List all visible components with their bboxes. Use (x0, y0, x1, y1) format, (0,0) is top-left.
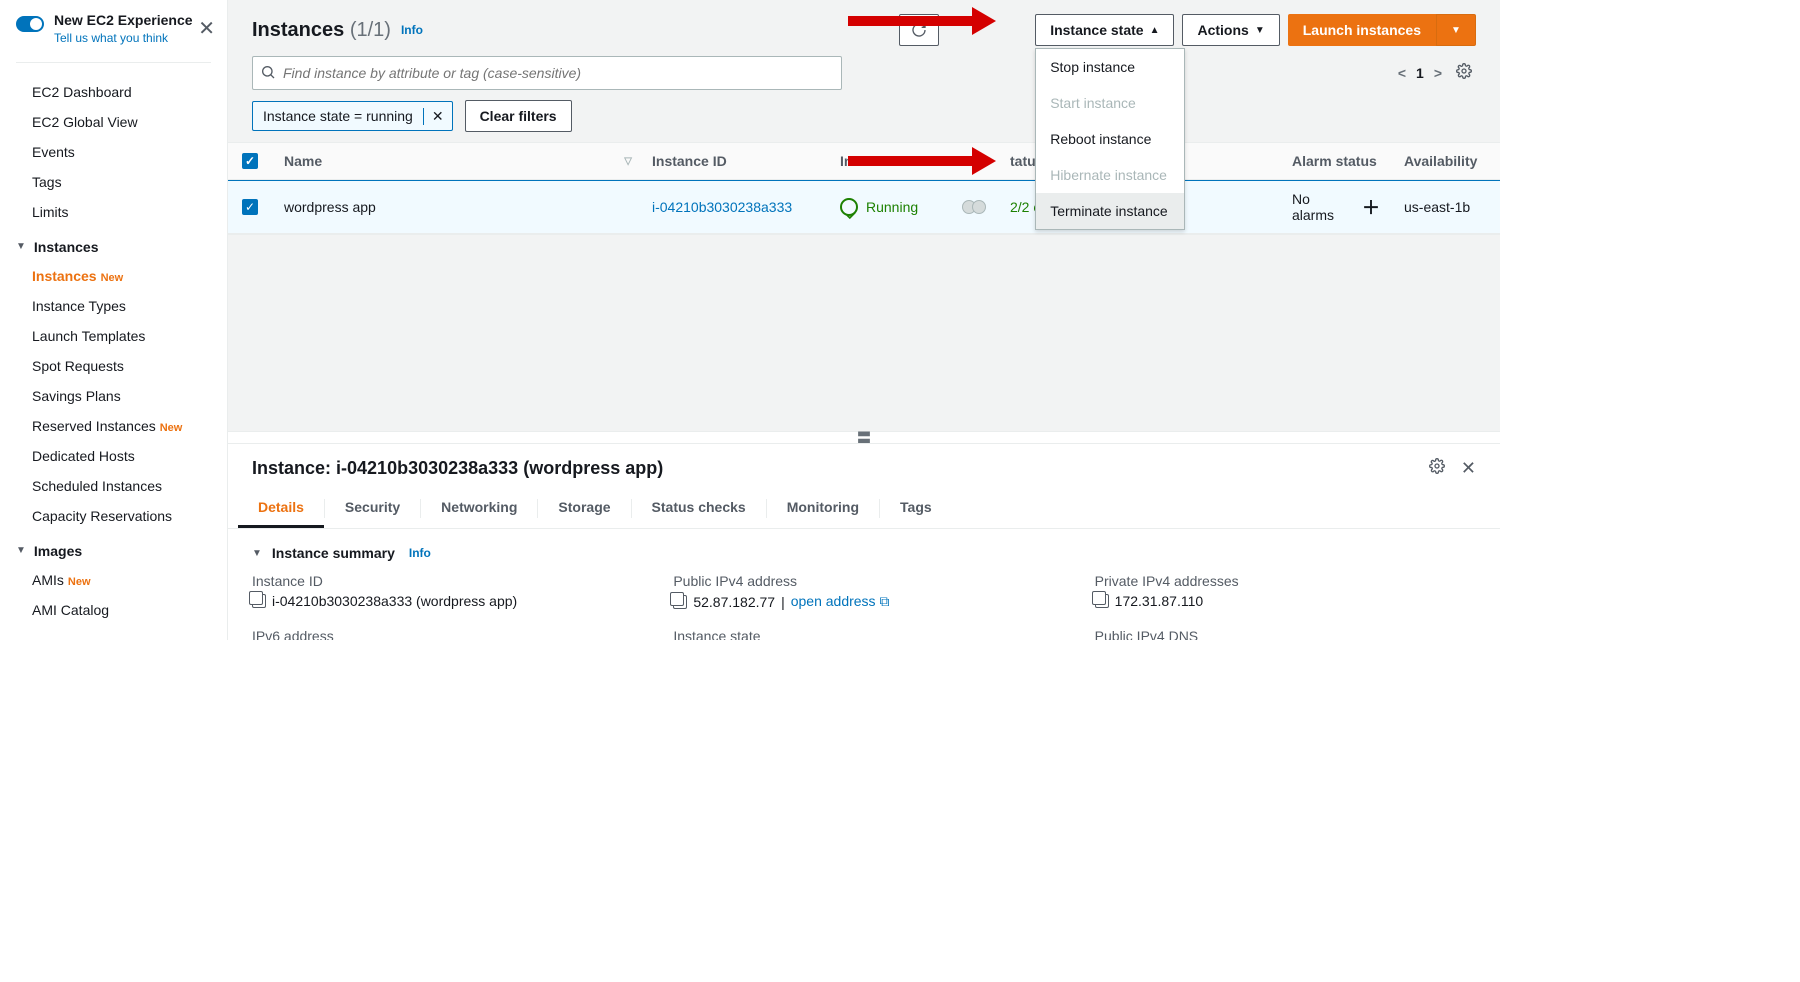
pager-page: 1 (1416, 65, 1424, 81)
select-all-checkbox[interactable]: ✓ (242, 153, 258, 169)
experience-toggle[interactable] (16, 16, 44, 32)
tab-monitoring[interactable]: Monitoring (767, 489, 879, 528)
launch-instances-button[interactable]: Launch instances (1288, 14, 1436, 46)
external-link-icon: ⧉ (879, 593, 889, 609)
open-address-link[interactable]: open address ⧉ (791, 593, 890, 610)
nav-capacity-reservations[interactable]: Capacity Reservations (0, 501, 227, 531)
cell-az: us-east-1b (1392, 189, 1492, 225)
summary-info-link[interactable]: Info (409, 546, 431, 560)
clear-filters-button[interactable]: Clear filters (465, 100, 572, 132)
tab-details[interactable]: Details (238, 489, 324, 528)
nav-instance-types[interactable]: Instance Types (0, 291, 227, 321)
details-tabs: Details Security Networking Storage Stat… (228, 489, 1500, 529)
details-settings-icon[interactable] (1429, 458, 1445, 479)
cell-alarm: No alarms (1292, 191, 1352, 223)
nav-dedicated-hosts[interactable]: Dedicated Hosts (0, 441, 227, 471)
caret-down-icon: ▼ (1451, 25, 1461, 36)
nav-ec2-global-view[interactable]: EC2 Global View (0, 107, 227, 137)
copy-icon[interactable] (1095, 594, 1109, 608)
field-instance-id: Instance ID i-04210b3030238a333 (wordpre… (252, 573, 633, 610)
sidebar: New EC2 Experience Tell us what you thin… (0, 0, 228, 640)
tab-security[interactable]: Security (325, 489, 420, 528)
search-icon (260, 64, 276, 83)
experience-title: New EC2 Experience (54, 12, 193, 29)
pager-next[interactable]: > (1434, 65, 1442, 81)
nav-ami-catalog[interactable]: AMI Catalog (0, 595, 227, 625)
col-availability-zone[interactable]: Availability (1404, 153, 1477, 169)
cell-instance-id-link[interactable]: i-04210b3030238a333 (652, 199, 792, 215)
nav-ec2-dashboard[interactable]: EC2 Dashboard (0, 77, 227, 107)
info-link[interactable]: Info (401, 23, 423, 37)
dropdown-reboot-instance[interactable]: Reboot instance (1036, 121, 1184, 157)
caret-down-icon: ▼ (1255, 25, 1265, 36)
nav-tags[interactable]: Tags (0, 167, 227, 197)
instance-summary-toggle[interactable]: Instance summary Info (252, 545, 1476, 561)
table-row[interactable]: ✓ wordpress app i-04210b3030238a333 Runn… (228, 180, 1500, 234)
annotation-arrow-instance-state (848, 12, 996, 30)
cell-state: Running (840, 198, 918, 216)
nav-reserved-instances[interactable]: Reserved InstancesNew (0, 411, 227, 441)
main-content: Instances (1/1) Info Instance state▲ Sto… (228, 0, 1500, 640)
dropdown-start-instance: Start instance (1036, 85, 1184, 121)
nav-spot-requests[interactable]: Spot Requests (0, 351, 227, 381)
field-private-ipv4: Private IPv4 addresses 172.31.87.110 (1095, 573, 1476, 610)
tab-storage[interactable]: Storage (538, 489, 630, 528)
experience-feedback-link[interactable]: Tell us what you think (54, 31, 168, 45)
launch-instances-caret[interactable]: ▼ (1436, 14, 1476, 46)
dropdown-hibernate-instance: Hibernate instance (1036, 157, 1184, 193)
page-title: Instances (1/1) (252, 19, 391, 42)
copy-icon[interactable] (673, 595, 687, 609)
annotation-arrow-terminate (848, 152, 996, 170)
nav-section-instances[interactable]: Instances (0, 227, 227, 261)
field-public-ipv4: Public IPv4 address 52.87.182.77|open ad… (673, 573, 1054, 610)
pager-prev[interactable]: < (1398, 65, 1406, 81)
nav-instances[interactable]: InstancesNew (0, 261, 227, 291)
add-alarm-button[interactable]: ＋ (1362, 194, 1380, 220)
nav-section-ebs[interactable]: Elastic Block Store (0, 625, 227, 640)
dropdown-stop-instance[interactable]: Stop instance (1036, 49, 1184, 85)
field-public-dns: Public IPv4 DNS ec2-52-87-182-77.compute… (1095, 628, 1476, 640)
tab-networking[interactable]: Networking (421, 489, 537, 528)
details-close-icon[interactable]: ✕ (1461, 458, 1476, 479)
col-alarm-status[interactable]: Alarm status (1292, 153, 1377, 169)
col-name[interactable]: Name (284, 153, 322, 169)
col-instance-id[interactable]: Instance ID (652, 153, 727, 169)
nav-events[interactable]: Events (0, 137, 227, 167)
details-panel: Instance: i-04210b3030238a333 (wordpress… (228, 443, 1500, 640)
cell-name: wordpress app (272, 189, 640, 225)
details-title: Instance: i-04210b3030238a333 (wordpress… (252, 458, 663, 479)
sidebar-close-icon[interactable]: ✕ (198, 16, 215, 41)
gear-icon (1456, 63, 1472, 79)
row-checkbox[interactable]: ✓ (242, 199, 258, 215)
field-instance-state: Instance state Running (673, 628, 1054, 640)
panel-splitter[interactable]: 〓 (228, 431, 1500, 443)
nav-savings-plans[interactable]: Savings Plans (0, 381, 227, 411)
tab-tags[interactable]: Tags (880, 489, 952, 528)
actions-button[interactable]: Actions▼ (1182, 14, 1279, 46)
caret-up-icon: ▲ (1150, 25, 1160, 36)
field-ipv6: IPv6 address – (252, 628, 633, 640)
instance-state-button[interactable]: Instance state▲ (1035, 14, 1174, 46)
filter-chip-remove[interactable]: ✕ (423, 108, 452, 125)
nav-amis[interactable]: AMIsNew (0, 565, 227, 595)
instance-state-dropdown: Stop instance Start instance Reboot inst… (1035, 48, 1185, 230)
copy-icon[interactable] (252, 594, 266, 608)
filter-chip-instance-state: Instance state = running ✕ (252, 101, 453, 131)
table-settings-button[interactable] (1452, 59, 1476, 88)
nav-scheduled-instances[interactable]: Scheduled Instances (0, 471, 227, 501)
nav-launch-templates[interactable]: Launch Templates (0, 321, 227, 351)
tab-status-checks[interactable]: Status checks (632, 489, 766, 528)
search-input[interactable] (252, 56, 842, 90)
nav-limits[interactable]: Limits (0, 197, 227, 227)
state-detail-icon[interactable] (966, 200, 986, 214)
sort-icon[interactable]: ▽ (624, 156, 632, 167)
sidebar-nav: EC2 Dashboard EC2 Global View Events Tag… (0, 71, 227, 640)
nav-section-images[interactable]: Images (0, 531, 227, 565)
dropdown-terminate-instance[interactable]: Terminate instance (1036, 193, 1184, 229)
